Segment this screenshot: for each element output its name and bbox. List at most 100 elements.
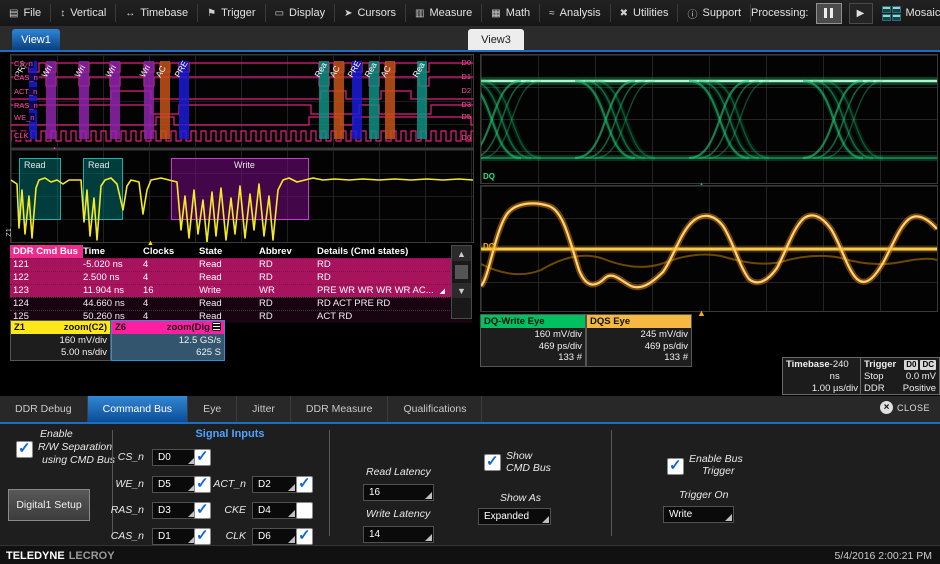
write-latency-dropdown[interactable]: 14 bbox=[363, 526, 434, 543]
menu-cursors[interactable]: ➤Cursors bbox=[335, 4, 406, 22]
cke-source-dropdown[interactable]: D4 bbox=[252, 502, 297, 519]
cs-source-dropdown[interactable]: D0 bbox=[152, 449, 197, 466]
tab-ddr-measure[interactable]: DDR Measure bbox=[291, 396, 389, 422]
col-header[interactable]: Clocks bbox=[143, 245, 199, 258]
brand-teledyne: TELEDYNE bbox=[0, 550, 65, 562]
we-source-dropdown[interactable]: D5 bbox=[152, 476, 197, 493]
col-header[interactable]: State bbox=[199, 245, 259, 258]
dq-channel-tag: DQ bbox=[483, 242, 495, 251]
play-icon: ▶ bbox=[857, 8, 865, 19]
strobe-marker-icon[interactable]: ▲ bbox=[697, 309, 706, 318]
z6-descriptor[interactable]: Z6zoom(Dig 12.5 GS/s625 S bbox=[111, 320, 225, 361]
table-row[interactable]: 12444.660 ns4ReadRDRD ACT PRE RD bbox=[10, 297, 472, 310]
menu-label: Timebase bbox=[140, 7, 188, 19]
act-source-dropdown[interactable]: D2 bbox=[252, 476, 297, 493]
menu-label: Analysis bbox=[560, 7, 601, 19]
cas-source-dropdown[interactable]: D1 bbox=[152, 528, 197, 545]
zoom-z1-tag: Z1 bbox=[4, 227, 13, 238]
menu-label: Support bbox=[702, 7, 741, 19]
clk-enable-checkbox[interactable] bbox=[296, 528, 313, 545]
col-header[interactable]: Abbrev bbox=[259, 245, 317, 258]
trigger-source-badge: D0 bbox=[904, 360, 918, 370]
trigger-on-dropdown[interactable]: Write bbox=[663, 506, 734, 523]
channel-label: ACT_n bbox=[13, 87, 38, 96]
menu-analysis[interactable]: ≈ Analysis bbox=[540, 4, 610, 22]
tab-eye[interactable]: Eye bbox=[188, 396, 237, 422]
trigger-descriptor[interactable]: TriggerD0DC Stop0.0 mV DDRPositive bbox=[860, 357, 940, 395]
menu-support[interactable]: ⓘSupport bbox=[678, 4, 751, 22]
ddr-cmd-table: DDR Cmd Bus Time Clocks State Abbrev Det… bbox=[10, 245, 472, 319]
mosaic-dropdown[interactable]: Mosaic bbox=[880, 4, 940, 23]
digital-bus-grid[interactable]: PRE Wri Wri Wri Wri AC PRE Rea AC PRE Re… bbox=[10, 54, 474, 149]
ras-source-dropdown[interactable]: D3 bbox=[152, 502, 197, 519]
cke-enable-checkbox[interactable] bbox=[296, 502, 313, 519]
section-divider bbox=[329, 430, 330, 536]
tab-view1[interactable]: View1 bbox=[12, 29, 60, 50]
tab-ddr-debug[interactable]: DDR Debug bbox=[0, 396, 88, 422]
analysis-icon: ≈ bbox=[549, 8, 555, 19]
show-cmd-bus-checkbox[interactable] bbox=[484, 454, 501, 471]
dqs-eye-descriptor[interactable]: DQS Eye 245 mV/div469 ps/div133 # bbox=[586, 314, 692, 367]
menu-timebase[interactable]: ↔Timebase bbox=[116, 4, 198, 22]
enable-rw-label: R/W Separation bbox=[38, 441, 112, 453]
close-icon: × bbox=[880, 401, 893, 414]
z1-descriptor[interactable]: Z1zoom(C2) 160 mV/div5.00 ns/div bbox=[10, 320, 111, 361]
table-row[interactable]: 121-5.020 ns4ReadRDRD bbox=[10, 258, 472, 271]
bus-trigger-label: Enable Bus bbox=[689, 453, 743, 465]
col-header[interactable]: Details (Cmd states) bbox=[317, 245, 447, 258]
status-bar: TELEDYNE LECROY 5/4/2016 2:00:21 PM bbox=[0, 545, 940, 564]
clk-source-dropdown[interactable]: D6 bbox=[252, 528, 297, 545]
show-as-label: Show As bbox=[500, 492, 541, 504]
channel-dnum: D0 bbox=[461, 58, 471, 67]
dqs-waveform bbox=[481, 186, 937, 311]
read-latency-dropdown[interactable]: 16 bbox=[363, 484, 434, 501]
zoom-trace-grid[interactable]: Read Read Write Z1 bbox=[10, 149, 474, 243]
tab-command-bus[interactable]: Command Bus bbox=[88, 396, 188, 422]
ddr-debug-dialog: DDR Debug Command Bus Eye Jitter DDR Mea… bbox=[0, 396, 940, 545]
scroll-thumb[interactable] bbox=[455, 265, 468, 279]
tab-qualifications[interactable]: Qualifications bbox=[388, 396, 482, 422]
menu-utilities[interactable]: ✖Utilities bbox=[611, 4, 679, 22]
tab-jitter[interactable]: Jitter bbox=[237, 396, 291, 422]
table-row[interactable]: 12311.904 ns16WriteWRPRE WR WR WR WR AC.… bbox=[10, 284, 472, 297]
scroll-up-icon[interactable]: ▲ bbox=[452, 246, 471, 261]
dq-eye-waveform bbox=[481, 55, 937, 183]
timebase-descriptor[interactable]: Timebase-240 ns 1.00 µs/div 400 kS40 GS/… bbox=[782, 357, 862, 395]
row-expand-icon[interactable]: ◢ bbox=[440, 286, 445, 298]
menu-label: Vertical bbox=[70, 7, 106, 19]
cs-enable-checkbox[interactable] bbox=[194, 449, 211, 466]
pause-button[interactable] bbox=[816, 3, 842, 24]
menu-display[interactable]: ▭Display bbox=[266, 4, 336, 22]
menu-label: File bbox=[23, 7, 41, 19]
show-cmd-label: Show bbox=[506, 450, 532, 462]
utilities-icon: ✖ bbox=[620, 8, 628, 19]
display-icon: ▭ bbox=[275, 8, 284, 19]
enable-rw-separation-checkbox[interactable] bbox=[16, 441, 33, 458]
table-header-row: DDR Cmd Bus Time Clocks State Abbrev Det… bbox=[10, 245, 472, 258]
menu-measure[interactable]: ▥Measure bbox=[406, 4, 482, 22]
play-button[interactable]: ▶ bbox=[849, 3, 873, 24]
menu-math[interactable]: ▦Math bbox=[482, 4, 540, 22]
scroll-down-icon[interactable]: ▼ bbox=[452, 283, 471, 298]
measure-icon: ▥ bbox=[415, 8, 424, 19]
digital1-setup-button[interactable]: Digital1 Setup bbox=[8, 489, 90, 521]
channel-dnum: D5 bbox=[461, 112, 471, 121]
col-header[interactable]: DDR Cmd Bus bbox=[10, 245, 83, 258]
channel-dnum: D1 bbox=[461, 72, 471, 81]
dq-eye-diagram-grid[interactable]: DQ bbox=[480, 54, 938, 184]
menu-file[interactable]: ▤File bbox=[0, 4, 51, 22]
pause-icon bbox=[830, 8, 833, 18]
show-as-dropdown[interactable]: Expanded bbox=[478, 508, 551, 525]
menu-trigger[interactable]: ⚑Trigger bbox=[198, 4, 265, 22]
channel-label: CLK bbox=[13, 131, 30, 140]
table-row[interactable]: 1222.500 ns4ReadRDRD bbox=[10, 271, 472, 284]
col-header[interactable]: Time bbox=[83, 245, 143, 258]
close-button[interactable]: ×CLOSE bbox=[880, 401, 930, 414]
tab-view3[interactable]: View3 bbox=[468, 29, 524, 50]
dqs-trace-grid[interactable]: DQ bbox=[480, 185, 938, 312]
act-enable-checkbox[interactable] bbox=[296, 476, 313, 493]
enable-bus-trigger-checkbox[interactable] bbox=[667, 458, 684, 475]
oscilloscope-app: ▤File ↕Vertical ↔Timebase ⚑Trigger ▭Disp… bbox=[0, 0, 940, 564]
dq-write-eye-descriptor[interactable]: DQ-Write Eye 160 mV/div469 ps/div133 # bbox=[480, 314, 586, 367]
menu-vertical[interactable]: ↕Vertical bbox=[51, 4, 116, 22]
